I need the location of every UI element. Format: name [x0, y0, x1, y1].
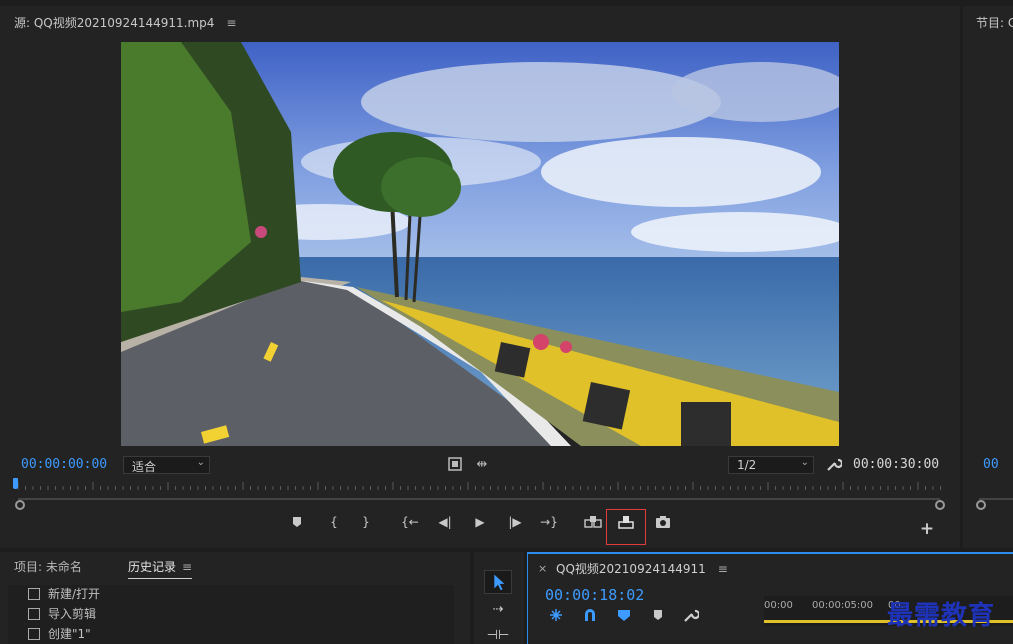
- video-preview-image: [121, 42, 839, 446]
- history-item-label: 创建"1": [48, 627, 91, 641]
- program-scrollbar[interactable]: [979, 498, 1013, 500]
- zoom-scroll-right-handle[interactable]: [935, 500, 945, 510]
- export-frame-button[interactable]: [652, 512, 674, 532]
- resolution-select-value: 1/2: [737, 458, 757, 472]
- snap-icon[interactable]: [582, 607, 598, 623]
- chevron-down-icon: ⌄: [800, 457, 809, 468]
- step-back-button[interactable]: ◀|: [434, 512, 456, 532]
- zoom-scroll-left-handle[interactable]: [15, 500, 25, 510]
- safe-margins-icon[interactable]: [448, 457, 462, 471]
- wrench-settings-icon[interactable]: [826, 456, 842, 472]
- insert-button[interactable]: [582, 512, 604, 532]
- mark-out-button[interactable]: }: [355, 512, 377, 532]
- button-editor-add-button[interactable]: +: [916, 519, 938, 539]
- source-panel-title[interactable]: 源: QQ视频20210924144911.mp4 ≡: [14, 14, 236, 31]
- new-project-icon: [28, 588, 40, 600]
- watermark-text: 最需教育: [887, 601, 996, 631]
- tab-history[interactable]: 历史记录 ≡: [128, 558, 193, 579]
- wrench-settings-icon[interactable]: [683, 607, 699, 623]
- create-sequence-icon: [28, 628, 40, 640]
- track-select-tool[interactable]: ⇢: [484, 598, 512, 622]
- timeline-timecode[interactable]: 00:00:18:02: [545, 586, 644, 604]
- zoom-select-value: 适合: [132, 460, 157, 474]
- drag-video-audio-icon[interactable]: ⇹: [474, 457, 490, 473]
- go-to-in-button[interactable]: {←: [399, 512, 421, 532]
- program-timecode-partial: 00: [983, 457, 999, 472]
- source-duration-timecode: 00:00:30:00: [853, 457, 940, 472]
- history-item[interactable]: 导入剪辑: [8, 605, 454, 625]
- play-button[interactable]: ▶: [469, 512, 491, 532]
- source-video-frame: [121, 42, 839, 446]
- history-item-label: 导入剪辑: [48, 607, 97, 621]
- history-item[interactable]: 新建/打开: [8, 585, 454, 605]
- ruler-label: 00:00:05:00: [812, 600, 874, 611]
- ruler-label: 00:00: [764, 600, 793, 611]
- add-marker-button[interactable]: [286, 512, 308, 532]
- playback-resolution-select[interactable]: 1/2 ⌄: [728, 456, 814, 474]
- source-time-ruler[interactable]: [18, 480, 942, 490]
- linked-selection-icon[interactable]: [616, 607, 632, 623]
- source-title-text: 源: QQ视频20210924144911.mp4: [14, 16, 215, 30]
- history-item[interactable]: 创建"1": [8, 625, 454, 644]
- panel-menu-icon[interactable]: ≡: [718, 562, 728, 576]
- chevron-down-icon: ⌄: [196, 457, 205, 468]
- mark-in-button[interactable]: {: [323, 512, 345, 532]
- program-scroll-handle[interactable]: [976, 500, 986, 510]
- timeline-sequence-tab[interactable]: QQ视频20210924144911 ≡: [556, 560, 728, 577]
- step-forward-button[interactable]: |▶: [504, 512, 526, 532]
- program-panel-title[interactable]: 节目: C: [976, 14, 1013, 31]
- source-zoom-scrollbar[interactable]: [18, 498, 940, 500]
- selection-tool[interactable]: [484, 570, 512, 594]
- tab-project[interactable]: 项目: 未命名: [14, 558, 82, 575]
- history-item-label: 新建/打开: [48, 587, 101, 601]
- nest-icon[interactable]: [548, 607, 564, 623]
- sequence-name: QQ视频20210924144911: [556, 562, 706, 576]
- panel-menu-icon[interactable]: ≡: [182, 560, 192, 574]
- highlight-box: [606, 509, 646, 545]
- tab-history-label: 历史记录: [128, 560, 177, 574]
- go-to-out-button[interactable]: →}: [538, 512, 560, 532]
- source-playhead[interactable]: [13, 478, 18, 489]
- add-marker-icon[interactable]: [650, 607, 666, 623]
- source-current-timecode[interactable]: 00:00:00:00: [21, 457, 107, 472]
- panel-menu-icon[interactable]: ≡: [226, 16, 236, 30]
- import-clip-icon: [28, 608, 40, 620]
- zoom-select[interactable]: 适合 ⌄: [123, 456, 210, 474]
- close-icon[interactable]: ×: [538, 562, 547, 575]
- ripple-edit-tool[interactable]: ⊣⊢: [484, 624, 512, 644]
